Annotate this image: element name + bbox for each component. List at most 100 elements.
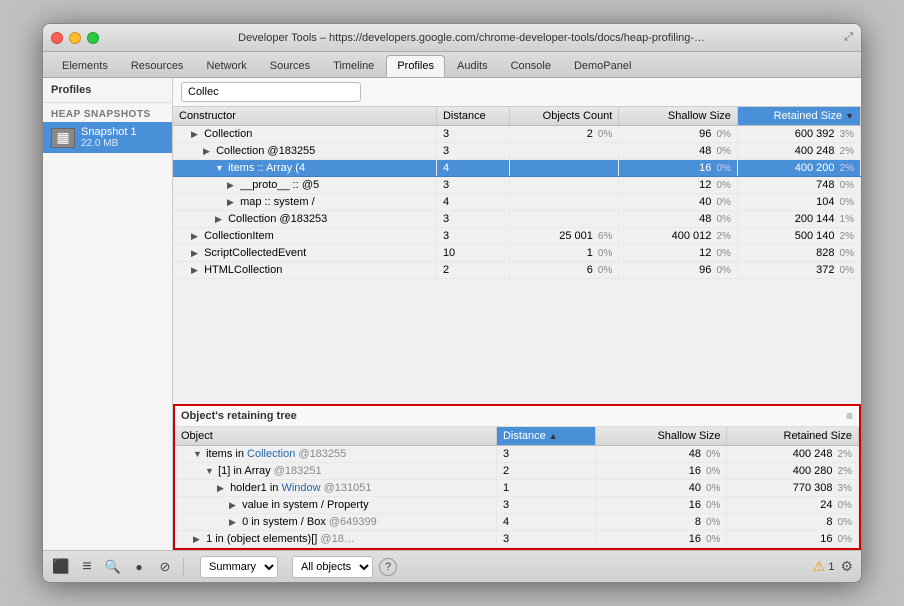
expand-arrow[interactable]: ▶ — [229, 517, 239, 528]
warning-indicator: ⚠ 1 — [813, 558, 835, 575]
tab-network[interactable]: Network — [195, 55, 257, 77]
ret-col-distance[interactable]: Distance — [496, 427, 595, 446]
cell-shallow: 96 0% — [619, 262, 738, 279]
col-distance[interactable]: Distance — [436, 107, 509, 126]
cell-constructor: ▶ ScriptCollectedEvent — [173, 245, 436, 262]
ret-col-shallow[interactable]: Shallow Size — [595, 427, 727, 446]
tab-console[interactable]: Console — [500, 55, 562, 77]
tab-profiles[interactable]: Profiles — [386, 55, 445, 77]
col-retained[interactable]: Retained Size — [737, 107, 860, 126]
table-row-highlighted[interactable]: ▼ items :: Array (4 4 16 0% 400 200 2% — [173, 160, 861, 177]
retaining-scroll-icon[interactable]: ≡ — [846, 409, 853, 423]
tab-resources[interactable]: Resources — [120, 55, 195, 77]
minimize-button[interactable] — [69, 32, 81, 44]
sidebar-item-snapshot1[interactable]: Snapshot 1 22.0 MB — [43, 122, 172, 153]
expand-arrow[interactable]: ▶ — [191, 265, 201, 276]
tab-timeline[interactable]: Timeline — [322, 55, 385, 77]
expand-arrow[interactable]: ▶ — [227, 180, 237, 191]
ret-cell-distance: 3 — [496, 497, 595, 514]
search-icon[interactable]: 🔍 — [103, 557, 123, 577]
warning-count: 1 — [828, 561, 834, 573]
snapshot-size: 22.0 MB — [81, 138, 137, 149]
table-row[interactable]: ▶ holder1 in Window @131051 1 40 0% 770 … — [175, 480, 859, 497]
cell-objects: 1 0% — [510, 245, 619, 262]
search-bar — [173, 78, 861, 107]
record-icon[interactable]: ⬛ — [51, 557, 71, 577]
table-row[interactable]: ▶ ScriptCollectedEvent 10 1 0% 12 0% 828… — [173, 245, 861, 262]
cell-retained: 200 144 1% — [737, 211, 860, 228]
expand-arrow[interactable]: ▼ — [205, 466, 215, 476]
ret-cell-retained: 24 0% — [727, 497, 859, 514]
table-row[interactable]: ▶ Collection @183253 3 48 0% 200 144 1% — [173, 211, 861, 228]
table-row[interactable]: ▼ items in Collection @183255 3 48 0% 40… — [175, 446, 859, 463]
ret-cell-shallow: 16 0% — [595, 463, 727, 480]
cell-shallow: 16 0% — [619, 160, 738, 177]
expand-arrow[interactable]: ▶ — [227, 197, 237, 208]
tab-demopanel[interactable]: DemoPanel — [563, 55, 642, 77]
expand-arrow[interactable]: ▶ — [191, 129, 201, 140]
col-shallow[interactable]: Shallow Size — [619, 107, 738, 126]
tab-sources[interactable]: Sources — [259, 55, 321, 77]
col-constructor[interactable]: Constructor — [173, 107, 436, 126]
table-row[interactable]: ▼ [1] in Array @183251 2 16 0% 400 280 2… — [175, 463, 859, 480]
cell-constructor: ▶ __proto__ :: @5 — [173, 177, 436, 194]
gear-icon[interactable]: ⚙ — [840, 558, 853, 575]
cell-objects — [510, 160, 619, 177]
cell-constructor: ▶ Collection — [173, 126, 436, 143]
cell-distance: 3 — [436, 143, 509, 160]
circle-icon[interactable]: ● — [129, 557, 149, 577]
expand-arrow[interactable]: ▼ — [215, 163, 225, 173]
objects-select[interactable]: All objects — [292, 556, 373, 578]
ret-cell-object: ▼ items in Collection @183255 — [175, 446, 496, 463]
close-button[interactable] — [51, 32, 63, 44]
summary-select[interactable]: Summary — [200, 556, 278, 578]
ret-cell-object: ▶ 1 in (object elements)[] @18… — [175, 531, 496, 548]
cell-constructor: ▶ HTMLCollection — [173, 262, 436, 279]
ret-cell-retained: 400 280 2% — [727, 463, 859, 480]
table-row[interactable]: ▶ map :: system / 4 40 0% 104 0% — [173, 194, 861, 211]
expand-arrow[interactable]: ▶ — [217, 483, 227, 494]
ret-col-retained[interactable]: Retained Size — [727, 427, 859, 446]
expand-arrow[interactable]: ▼ — [193, 449, 203, 459]
tab-elements[interactable]: Elements — [51, 55, 119, 77]
ban-icon[interactable]: ⊘ — [155, 557, 175, 577]
table-row[interactable]: ▶ value in system / Property 3 16 0% 24 … — [175, 497, 859, 514]
toolbar-divider — [183, 558, 184, 576]
expand-arrow[interactable]: ▶ — [203, 146, 213, 157]
cell-constructor: ▶ map :: system / — [173, 194, 436, 211]
sidebar-section: HEAP SNAPSHOTS — [43, 103, 172, 122]
expand-arrow[interactable]: ▶ — [215, 214, 225, 225]
list-icon[interactable]: ≡ — [77, 557, 97, 577]
table-row[interactable]: ▶ HTMLCollection 2 6 0% 96 0% 372 0% — [173, 262, 861, 279]
table-row[interactable]: ▶ CollectionItem 3 25 001 6% 400 012 2% … — [173, 228, 861, 245]
retaining-title: Object's retaining tree — [181, 410, 297, 422]
right-panel: Constructor Distance Objects Count Shall… — [173, 78, 861, 550]
ret-col-object[interactable]: Object — [175, 427, 496, 446]
ret-cell-distance: 4 — [496, 514, 595, 531]
upper-table-scroll[interactable]: Constructor Distance Objects Count Shall… — [173, 107, 861, 404]
expand-arrow[interactable]: ▶ — [193, 534, 203, 545]
ret-cell-retained: 400 248 2% — [727, 446, 859, 463]
cell-objects — [510, 177, 619, 194]
cell-objects — [510, 211, 619, 228]
cell-shallow: 48 0% — [619, 211, 738, 228]
expand-icon[interactable]: ⤢ — [844, 31, 853, 44]
table-row[interactable]: ▶ 0 in system / Box @649399 4 8 0% 8 0% — [175, 514, 859, 531]
col-objects[interactable]: Objects Count — [510, 107, 619, 126]
ret-cell-shallow: 8 0% — [595, 514, 727, 531]
search-input[interactable] — [181, 82, 361, 102]
expand-arrow[interactable]: ▶ — [229, 500, 239, 511]
table-row[interactable]: ▶ Collection 3 2 0% 96 0% 600 392 3% — [173, 126, 861, 143]
expand-arrow[interactable]: ▶ — [191, 231, 201, 242]
maximize-button[interactable] — [87, 32, 99, 44]
table-row[interactable]: ▶ __proto__ :: @5 3 12 0% 748 0% — [173, 177, 861, 194]
expand-arrow[interactable]: ▶ — [191, 248, 201, 259]
ret-cell-object: ▶ holder1 in Window @131051 — [175, 480, 496, 497]
tab-audits[interactable]: Audits — [446, 55, 499, 77]
cell-distance: 4 — [436, 160, 509, 177]
cell-retained: 400 200 2% — [737, 160, 860, 177]
table-row[interactable]: ▶ Collection @183255 3 48 0% 400 248 2% — [173, 143, 861, 160]
table-row[interactable]: ▶ 1 in (object elements)[] @18… 3 16 0% … — [175, 531, 859, 548]
ret-cell-object: ▼ [1] in Array @183251 — [175, 463, 496, 480]
help-button[interactable]: ? — [379, 558, 397, 576]
